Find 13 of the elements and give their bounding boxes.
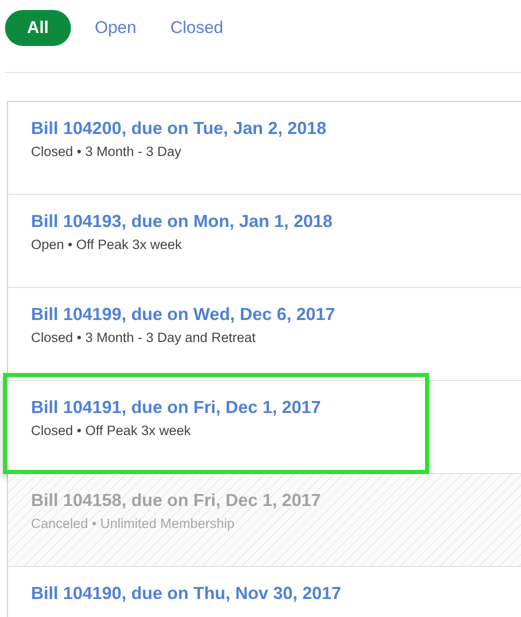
filter-tab[interactable]: Open xyxy=(84,10,146,46)
bill-status: Closed • 3 Month - 3 Day xyxy=(31,144,182,159)
bill-status: Closed • 3 Month - 3 Day and Retreat xyxy=(31,330,257,345)
filter-tab[interactable]: All xyxy=(5,10,71,46)
bill-title[interactable]: Bill 104199, due on Wed, Dec 6, 2017 xyxy=(31,304,336,325)
bill-title[interactable]: Bill 104193, due on Mon, Jan 1, 2018 xyxy=(31,211,333,232)
bill-status: Canceled • Unlimited Membership xyxy=(31,516,236,531)
bill-status: Open • Off Peak 3x week xyxy=(31,237,183,252)
bill-status: Closed • Off Peak 3x week xyxy=(31,423,192,438)
bill-title[interactable]: Bill 104191, due on Fri, Dec 1, 2017 xyxy=(31,397,321,418)
bill-title[interactable]: Bill 104190, due on Thu, Nov 30, 2017 xyxy=(31,583,342,604)
bill-title[interactable]: Bill 104200, due on Tue, Jan 2, 2018 xyxy=(31,118,326,139)
filter-tab[interactable]: Closed xyxy=(160,10,234,46)
